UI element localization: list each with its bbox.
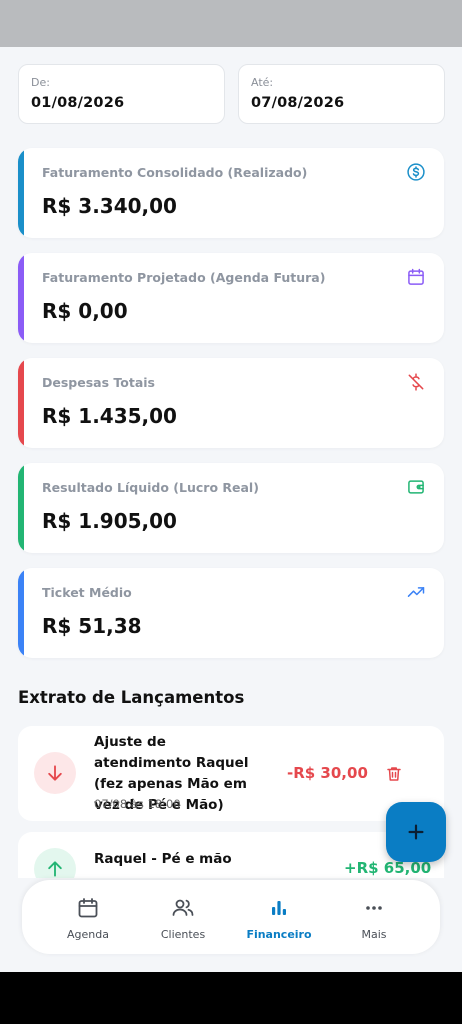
card-accent-bar — [18, 358, 24, 448]
nav-label: Agenda — [67, 928, 109, 941]
date-from-label: De: — [31, 76, 50, 89]
add-entry-button[interactable] — [386, 802, 446, 862]
card-average-ticket: Ticket Médio R$ 51,38 — [18, 568, 444, 658]
trash-icon[interactable] — [385, 765, 403, 783]
statement-item-description: Raquel - Pé e mão — [94, 851, 232, 867]
income-arrow-badge — [34, 848, 76, 878]
date-from-value: 01/08/2026 — [31, 95, 125, 111]
nav-item-financeiro[interactable]: Financeiro — [229, 880, 329, 954]
card-net-result: Resultado Líquido (Lucro Real) R$ 1.905,… — [18, 463, 444, 553]
statement-item-date: 07/08 às 18:00 — [94, 797, 181, 811]
dollar-off-icon — [408, 373, 424, 391]
card-accent-bar — [18, 253, 24, 343]
statement-item-amount: -R$ 30,00 — [287, 764, 368, 782]
status-bar — [0, 0, 462, 47]
bottom-nav: Agenda Clientes Financeiro Mais — [22, 880, 440, 954]
calendar-icon — [78, 898, 98, 918]
card-value: R$ 1.435,00 — [42, 404, 177, 428]
nav-label: Clientes — [160, 928, 206, 941]
plus-icon — [408, 824, 424, 840]
date-from-field[interactable]: De: 01/08/2026 — [18, 64, 225, 124]
card-consolidated-revenue: Faturamento Consolidado (Realizado) R$ 3… — [18, 148, 444, 238]
statement-title: Extrato de Lançamentos — [18, 688, 245, 707]
dollar-circle-icon — [407, 163, 425, 181]
bar-chart-icon — [272, 901, 286, 915]
card-projected-revenue: Faturamento Projetado (Agenda Futura) R$… — [18, 253, 444, 343]
card-title: Ticket Médio — [42, 585, 132, 600]
card-title: Faturamento Projetado (Agenda Futura) — [42, 270, 326, 285]
card-value: R$ 1.905,00 — [42, 509, 177, 533]
wallet-icon — [408, 480, 424, 494]
nav-item-mais[interactable]: Mais — [324, 880, 424, 954]
statement-item-expense[interactable]: Ajuste de atendimento Raquel (fez apenas… — [18, 726, 444, 821]
card-accent-bar — [18, 463, 24, 553]
card-value: R$ 51,38 — [42, 614, 142, 638]
card-title: Despesas Totais — [42, 375, 155, 390]
nav-item-clientes[interactable]: Clientes — [133, 880, 233, 954]
card-accent-bar — [18, 148, 24, 238]
more-icon — [366, 906, 382, 910]
nav-label: Financeiro — [246, 928, 312, 941]
users-icon — [172, 899, 194, 916]
nav-label: Mais — [361, 928, 387, 941]
trending-up-icon — [407, 587, 425, 597]
arrow-down-icon — [48, 765, 62, 781]
expense-arrow-badge — [34, 752, 76, 794]
date-to-value: 07/08/2026 — [251, 95, 345, 111]
card-accent-bar — [18, 568, 24, 658]
card-value: R$ 0,00 — [42, 299, 128, 323]
calendar-icon — [408, 268, 424, 285]
arrow-up-icon — [48, 861, 62, 877]
card-title: Resultado Líquido (Lucro Real) — [42, 480, 259, 495]
date-to-label: Até: — [251, 76, 274, 89]
card-total-expenses: Despesas Totais R$ 1.435,00 — [18, 358, 444, 448]
card-title: Faturamento Consolidado (Realizado) — [42, 165, 308, 180]
card-value: R$ 3.340,00 — [42, 194, 177, 218]
statement-item-income[interactable]: Raquel - Pé e mão +R$ 65,00 — [18, 832, 444, 878]
system-navigation-bar — [0, 972, 462, 1024]
nav-item-agenda[interactable]: Agenda — [38, 880, 138, 954]
date-to-field[interactable]: Até: 07/08/2026 — [238, 64, 445, 124]
